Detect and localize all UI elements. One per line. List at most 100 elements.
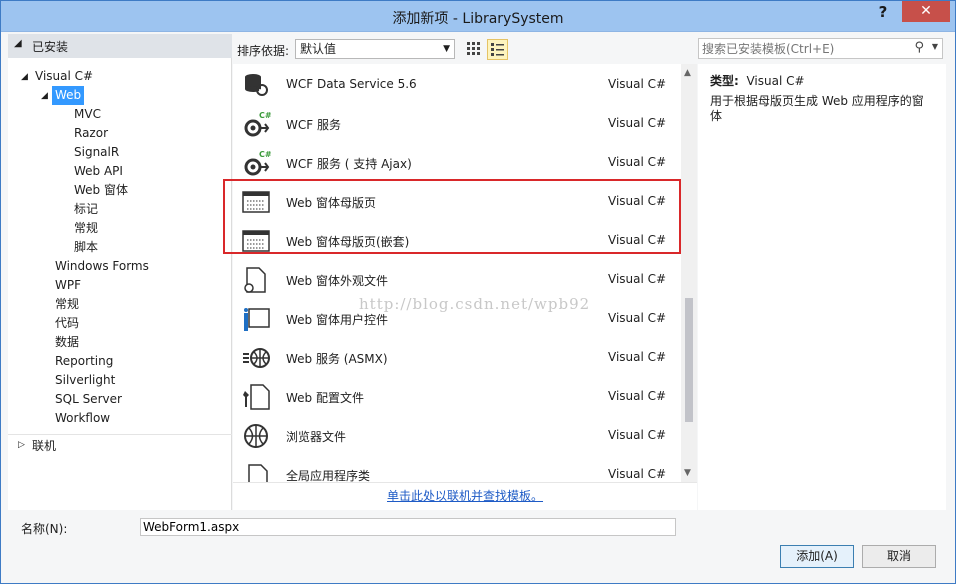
template-row[interactable]: 全局应用程序类 Visual C# [233, 455, 681, 482]
collapse-arrow-icon[interactable]: ◢ [41, 91, 48, 101]
template-language: Visual C# [608, 350, 667, 364]
template-row[interactable]: 浏览器文件 Visual C# [233, 416, 681, 455]
window-title: 添加新项 - LibrarySystem [392, 11, 564, 27]
template-list-scrollbar[interactable]: ▲ ▼ [681, 64, 697, 482]
user-control-icon [241, 305, 271, 333]
template-language: Visual C# [608, 155, 667, 169]
online-node[interactable]: ▷ 联机 [8, 434, 232, 458]
list-view-icon [491, 43, 504, 56]
tree-item[interactable]: Web [52, 86, 85, 105]
template-language: Visual C# [608, 467, 667, 481]
template-name: Web 服务 (ASMX) [286, 352, 388, 366]
type-label: 类型: [710, 74, 739, 88]
close-button[interactable]: ✕ [902, 1, 950, 22]
web-service-icon [241, 344, 271, 372]
add-button[interactable]: 添加(A) [780, 545, 854, 568]
template-name: WCF 服务 [286, 118, 341, 132]
tree-item[interactable]: Web 窗体 [74, 181, 128, 200]
tree-item[interactable]: 脚本 [74, 238, 98, 257]
template-list: WCF Data Service 5.6 Visual C# C# WCF 服务 Vis… [233, 64, 681, 482]
browser-file-icon [241, 422, 271, 450]
grid-view-icon [467, 42, 480, 55]
template-language: Visual C# [608, 116, 667, 130]
template-row[interactable]: WCF Data Service 5.6 Visual C# [233, 65, 681, 104]
chevron-down-icon[interactable]: ▼ [932, 42, 938, 51]
name-input[interactable] [140, 518, 676, 536]
template-row[interactable]: Web 服务 (ASMX) Visual C# [233, 338, 681, 377]
scroll-up-icon[interactable]: ▲ [684, 68, 691, 78]
list-view-button[interactable] [487, 39, 508, 60]
template-name: WCF Data Service 5.6 [286, 77, 417, 91]
tree-item[interactable]: Silverlight [55, 371, 115, 390]
sort-value: 默认值 [300, 42, 337, 56]
svg-text:C#: C# [259, 111, 271, 120]
installed-header[interactable]: ◢ 已安装 [8, 34, 232, 58]
cancel-button[interactable]: 取消 [862, 545, 936, 568]
template-row[interactable]: Web 窗体母版页(嵌套) Visual C# [233, 221, 681, 260]
type-value: Visual C# [746, 74, 805, 88]
template-language: Visual C# [608, 389, 667, 403]
tree-item[interactable]: Visual C# [35, 67, 93, 86]
template-language: Visual C# [608, 311, 667, 325]
tree-item[interactable]: 常规 [55, 295, 79, 314]
help-button[interactable]: ? [873, 3, 893, 23]
sort-dropdown[interactable]: 默认值 ▼ [295, 39, 455, 59]
watermark: http://blog.csdn.net/wpb92 [359, 295, 591, 313]
template-row[interactable]: C# WCF 服务 ( 支持 Ajax) Visual C# [233, 143, 681, 182]
chevron-down-icon: ▼ [443, 44, 450, 54]
master-page-icon [241, 227, 271, 255]
config-file-icon [241, 383, 271, 411]
template-language: Visual C# [608, 272, 667, 286]
template-name: Web 配置文件 [286, 391, 364, 405]
collapse-arrow-icon: ◢ [14, 38, 22, 49]
template-details-panel: 类型: Visual C# 用于根据母版页生成 Web 应用程序的窗体 [698, 64, 946, 510]
tree-item[interactable]: Razor [74, 124, 108, 143]
tree-item[interactable]: 数据 [55, 333, 79, 352]
template-category-tree: ◢ 已安装 ◢ Visual C# ◢ Web MVC Razor SignalR Web A… [8, 34, 232, 510]
tree-item[interactable]: 标记 [74, 200, 98, 219]
expand-arrow-icon: ▷ [18, 440, 25, 450]
template-row[interactable]: Web 配置文件 Visual C# [233, 377, 681, 416]
small-icons-view-button[interactable] [463, 39, 484, 60]
template-language: Visual C# [608, 194, 667, 208]
tree-item[interactable]: 常规 [74, 219, 98, 238]
data-service-icon [241, 71, 271, 99]
template-name: WCF 服务 ( 支持 Ajax) [286, 157, 412, 171]
template-row[interactable]: C# WCF 服务 Visual C# [233, 104, 681, 143]
template-language: Visual C# [608, 77, 667, 91]
wcf-service-icon: C# [241, 149, 272, 177]
name-label: 名称(N): [21, 522, 68, 536]
search-box[interactable]: ⚲ ▼ [698, 38, 943, 59]
add-new-item-dialog: 添加新项 - LibrarySystem ? ✕ ◢ 已安装 ◢ Visual C… [0, 0, 956, 584]
scroll-thumb[interactable] [685, 298, 693, 422]
template-language: Visual C# [608, 428, 667, 442]
scroll-down-icon[interactable]: ▼ [684, 468, 691, 478]
template-name: Web 窗体母版页 [286, 196, 376, 210]
tree-item[interactable]: SignalR [74, 143, 119, 162]
template-row[interactable]: Web 窗体外观文件 Visual C# [233, 260, 681, 299]
template-type: 类型: Visual C# [710, 72, 805, 89]
tree-item[interactable]: Workflow [55, 409, 110, 428]
title-bar: 添加新项 - LibrarySystem ? ✕ [1, 1, 955, 32]
template-row[interactable]: Web 窗体母版页 Visual C# [233, 182, 681, 221]
sort-label: 排序依据: [237, 44, 290, 58]
tree-item[interactable]: WPF [55, 276, 81, 295]
template-name: Web 窗体用户控件 [286, 313, 388, 327]
template-name: 浏览器文件 [286, 430, 347, 444]
sort-toolbar: 排序依据: 默认值 ▼ [233, 34, 697, 64]
tree-item[interactable]: MVC [74, 105, 101, 124]
template-name: 全局应用程序类 [286, 469, 371, 482]
online-label: 联机 [32, 439, 57, 453]
collapse-arrow-icon[interactable]: ◢ [21, 72, 28, 82]
search-icon[interactable]: ⚲ [914, 40, 924, 55]
tree-item[interactable]: Web API [74, 162, 123, 181]
global-class-icon [241, 461, 271, 482]
find-online-templates-link[interactable]: 单击此处以联机并查找模板。 [387, 487, 543, 504]
template-name: Web 窗体外观文件 [286, 274, 388, 288]
search-input[interactable] [702, 40, 907, 57]
tree-item[interactable]: SQL Server [55, 390, 122, 409]
online-link-area: 单击此处以联机并查找模板。 [233, 482, 697, 510]
tree-item[interactable]: Reporting [55, 352, 113, 371]
tree-item[interactable]: 代码 [55, 314, 79, 333]
tree-item[interactable]: Windows Forms [55, 257, 149, 276]
